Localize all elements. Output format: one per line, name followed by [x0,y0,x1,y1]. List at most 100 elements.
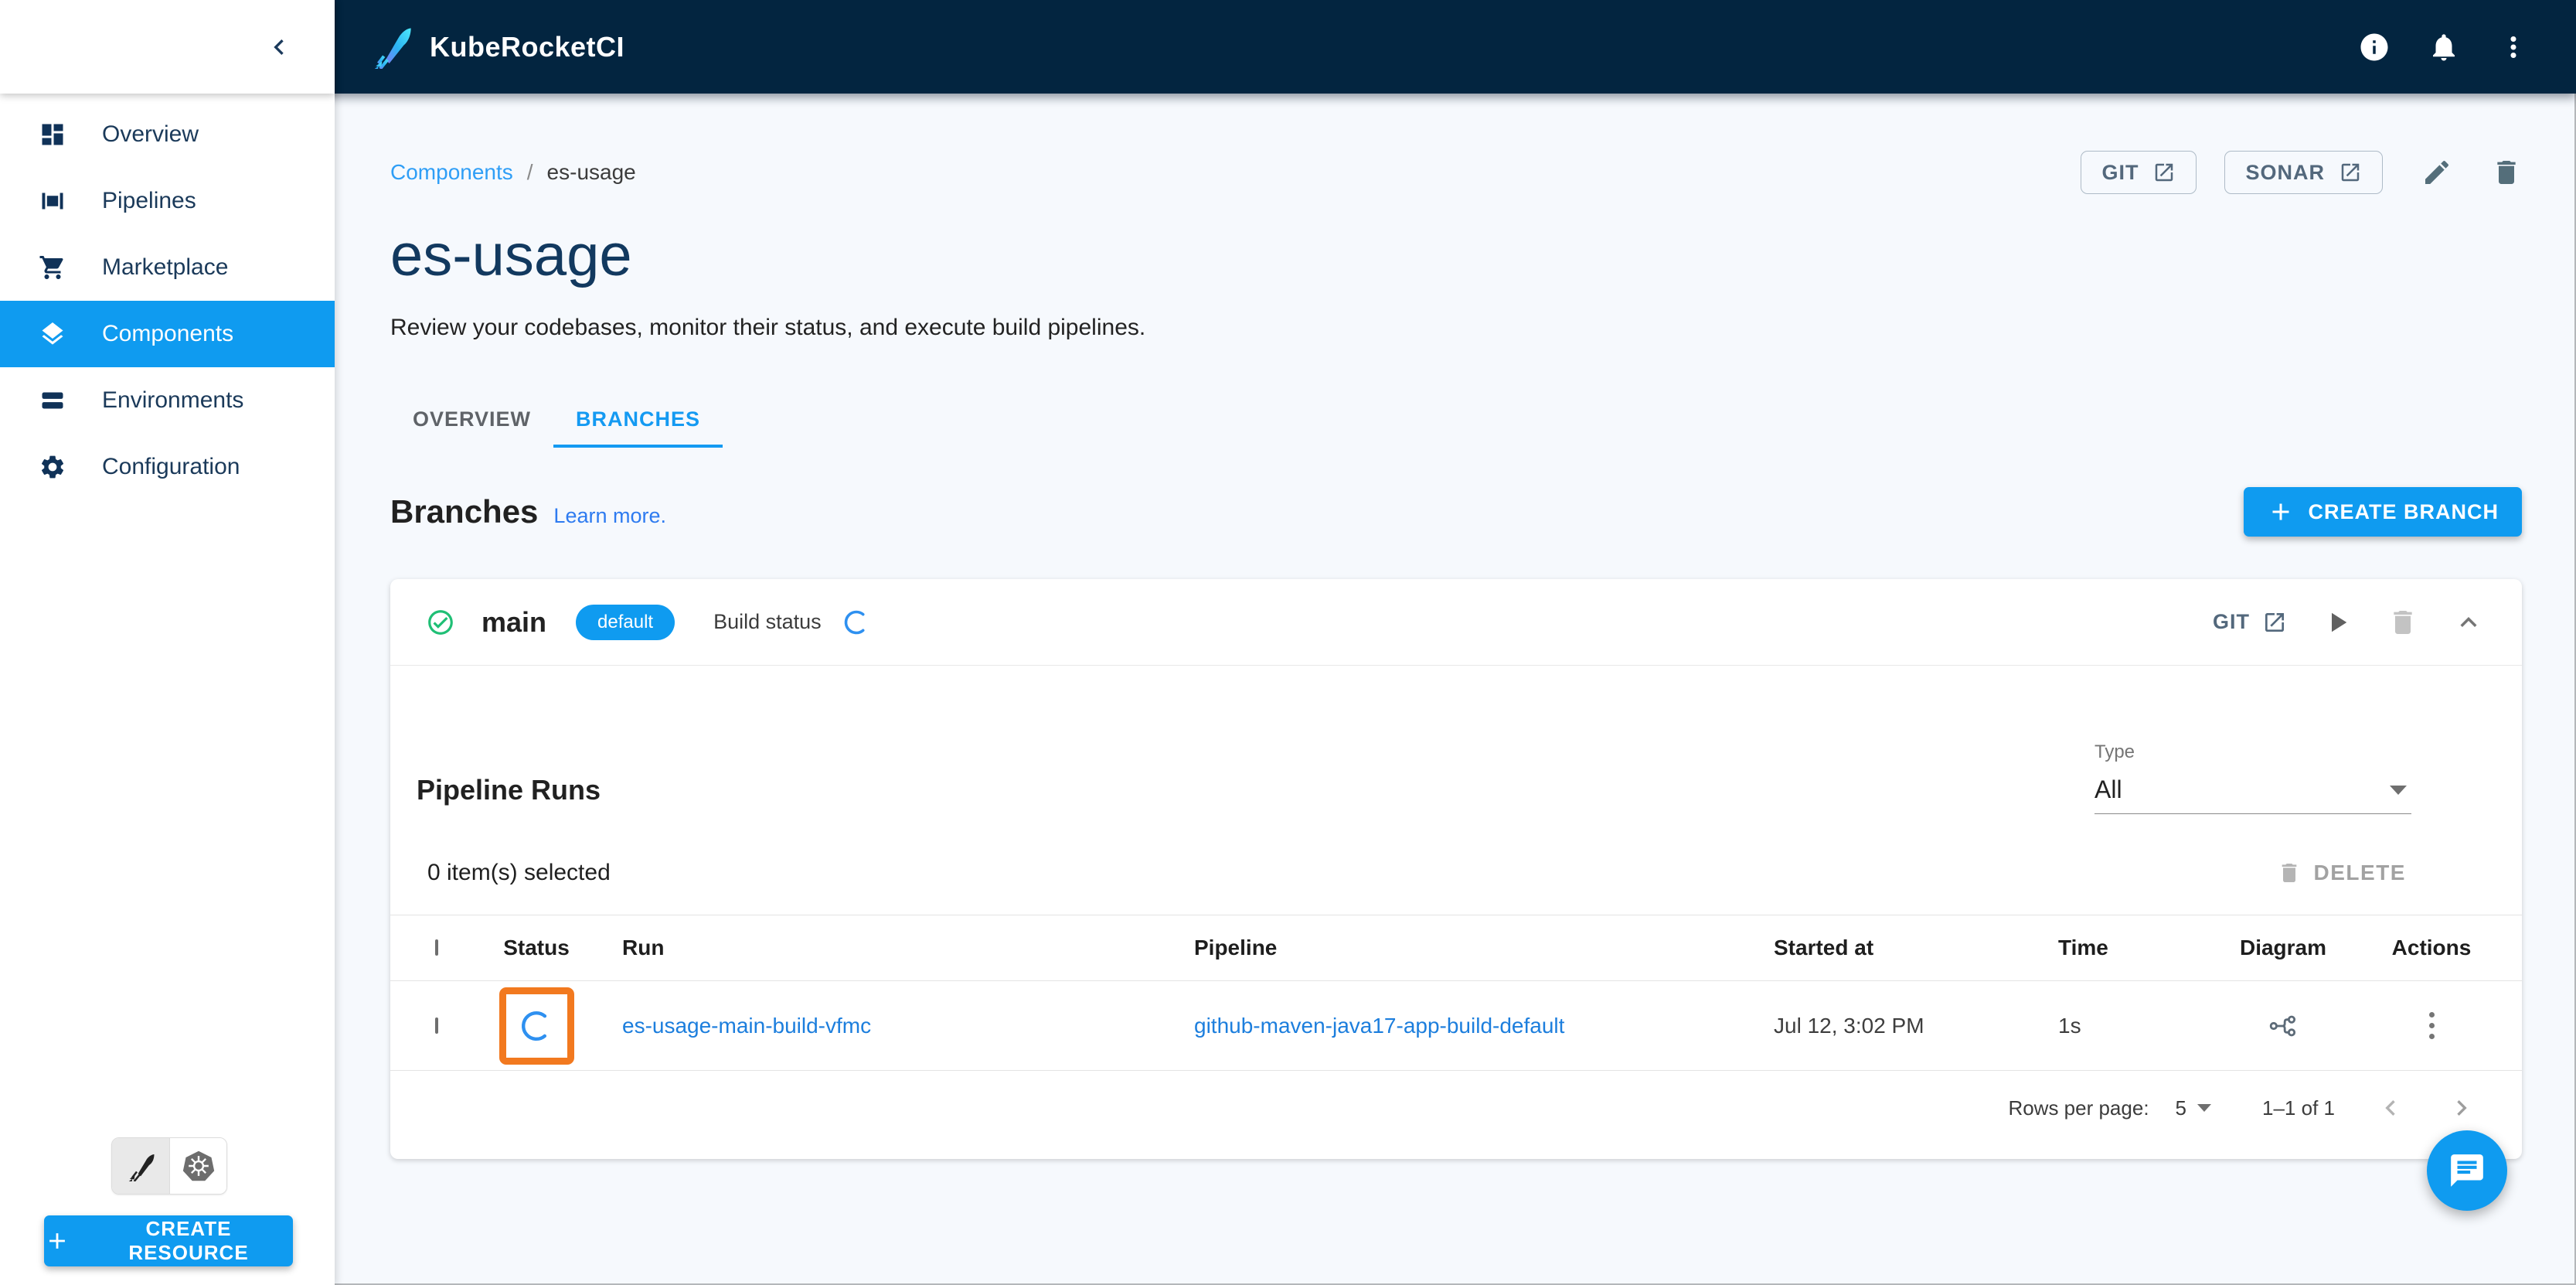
pipeline-link[interactable]: github-maven-java17-app-build-default [1194,1014,1564,1038]
breadcrumb-row: Components / es-usage GIT SONAR [390,151,2522,194]
create-branch-label: CREATE BRANCH [2309,500,2499,524]
rocket-logo-icon [369,26,413,69]
pipelines-icon [39,187,66,215]
table-toolbar: 0 item(s) selected DELETE [390,850,2522,896]
page-subtitle: Review your codebases, monitor their sta… [390,313,2522,343]
header-actions: GIT SONAR [2081,151,2522,194]
branch-delete-icon[interactable] [2387,607,2418,638]
branch-git-label: GIT [2213,610,2250,634]
sidebar-nav: Overview Pipelines Marketplace Component… [0,101,335,500]
create-resource-label: CREATE RESOURCE [84,1217,293,1265]
appbar-actions [2358,31,2530,63]
sidebar-item-label: Components [102,321,233,347]
pagination-range: 1–1 of 1 [2262,1096,2335,1120]
delete-icon[interactable] [2491,157,2522,188]
sidebar-item-label: Overview [102,121,199,148]
learn-more-link[interactable]: Learn more. [553,504,666,528]
type-filter-label: Type [2094,741,2411,763]
column-actions: Actions [2341,936,2522,960]
main-content: Components / es-usage GIT SONAR [335,94,2576,1285]
git-button-label: GIT [2101,161,2139,185]
sidebar-item-label: Pipelines [102,188,196,214]
sidebar-item-marketplace[interactable]: Marketplace [0,234,335,301]
dashboard-icon [39,121,66,148]
started-at-value: Jul 12, 3:02 PM [1746,1014,2030,1038]
build-play-icon[interactable] [2321,606,2353,639]
select-all-checkbox[interactable] [435,939,438,956]
kebab-icon[interactable] [2497,31,2530,63]
sonar-button[interactable]: SONAR [2224,151,2383,194]
cart-icon [39,254,66,281]
sidebar-item-components[interactable]: Components [0,301,335,367]
edit-icon[interactable] [2421,157,2452,188]
create-resource-button[interactable]: CREATE RESOURCE [44,1215,293,1266]
rows-per-page-label: Rows per page: [2008,1096,2149,1120]
open-in-new-icon [2262,610,2287,635]
sonar-button-label: SONAR [2245,161,2325,185]
bell-icon[interactable] [2428,31,2460,63]
layers-icon [39,320,66,348]
sidebar-item-label: Marketplace [102,254,228,281]
column-status: Status [478,936,594,960]
breadcrumb: Components / es-usage [390,160,636,185]
row-checkbox[interactable] [435,1017,438,1034]
sidebar-item-pipelines[interactable]: Pipelines [0,168,335,234]
git-button[interactable]: GIT [2081,151,2197,194]
kubernetes-icon [182,1149,216,1183]
tab-branches[interactable]: BRANCHES [553,394,723,448]
selected-count: 0 item(s) selected [427,860,611,886]
type-filter-select[interactable]: Type All [2094,741,2411,814]
column-run: Run [594,936,1166,960]
chevron-left-icon[interactable] [264,32,294,63]
create-branch-button[interactable]: CREATE BRANCH [2244,487,2523,537]
info-icon[interactable] [2358,31,2391,63]
tab-overview[interactable]: OVERVIEW [390,394,553,448]
sidebar-item-label: Environments [102,387,243,414]
tabs: OVERVIEW BRANCHES [390,394,2522,448]
next-page-icon[interactable] [2446,1092,2477,1123]
branch-card: main default Build status GIT [390,579,2522,1159]
status-running-spinner-icon [519,1009,553,1043]
default-branch-chip[interactable]: default [576,605,675,640]
trash-icon [2277,861,2302,885]
previous-page-icon[interactable] [2375,1092,2406,1123]
collapse-chevron-up-icon[interactable] [2452,606,2485,639]
chevron-down-icon [2390,786,2407,795]
app-title: KubeRocketCI [430,31,624,63]
success-check-icon [426,608,455,637]
chat-icon [2448,1151,2486,1190]
pipeline-runs-heading: Pipeline Runs [417,774,601,806]
run-link[interactable]: es-usage-main-build-vfmc [622,1014,871,1038]
open-in-new-icon [2339,161,2362,184]
breadcrumb-components-link[interactable]: Components [390,160,513,185]
table-header-row: Status Run Pipeline Started at Time Diag… [390,915,2522,981]
branch-header-row: main default Build status GIT [390,579,2522,666]
sidebar-item-environments[interactable]: Environments [0,367,335,434]
sidebar-item-label: Configuration [102,454,240,480]
kubernetes-toggle-button[interactable] [169,1138,226,1194]
pipeline-run-row: es-usage-main-build-vfmc github-maven-ja… [390,981,2522,1071]
pipeline-runs-header: Pipeline Runs Type All [390,741,2522,814]
row-actions-kebab-icon[interactable] [2425,1007,2439,1044]
app-logo[interactable]: KubeRocketCI [369,26,624,69]
page-title: es-usage [390,225,2522,287]
pagination: Rows per page: 5 1–1 of 1 [390,1071,2522,1145]
build-status-spinner-icon [843,609,869,636]
column-started-at: Started at [1746,936,2030,960]
breadcrumb-current: es-usage [547,160,636,185]
cluster-toggle [111,1137,227,1195]
rocket-toggle-button[interactable] [112,1138,169,1194]
rocket-icon [125,1150,156,1181]
sidebar-item-configuration[interactable]: Configuration [0,434,335,500]
bulk-delete-button[interactable]: DELETE [2277,861,2406,885]
chat-fab-button[interactable] [2427,1130,2507,1211]
stack-icon [39,387,66,414]
diagram-icon[interactable] [2268,1011,2299,1041]
column-diagram: Diagram [2225,936,2341,960]
sidebar-item-overview[interactable]: Overview [0,101,335,168]
plus-icon [2267,498,2295,526]
branch-git-link[interactable]: GIT [2213,610,2287,635]
branches-section-header: Branches Learn more. CREATE BRANCH [390,486,2522,537]
status-running-highlight [499,987,574,1065]
rows-per-page-select[interactable]: 5 [2176,1096,2211,1120]
